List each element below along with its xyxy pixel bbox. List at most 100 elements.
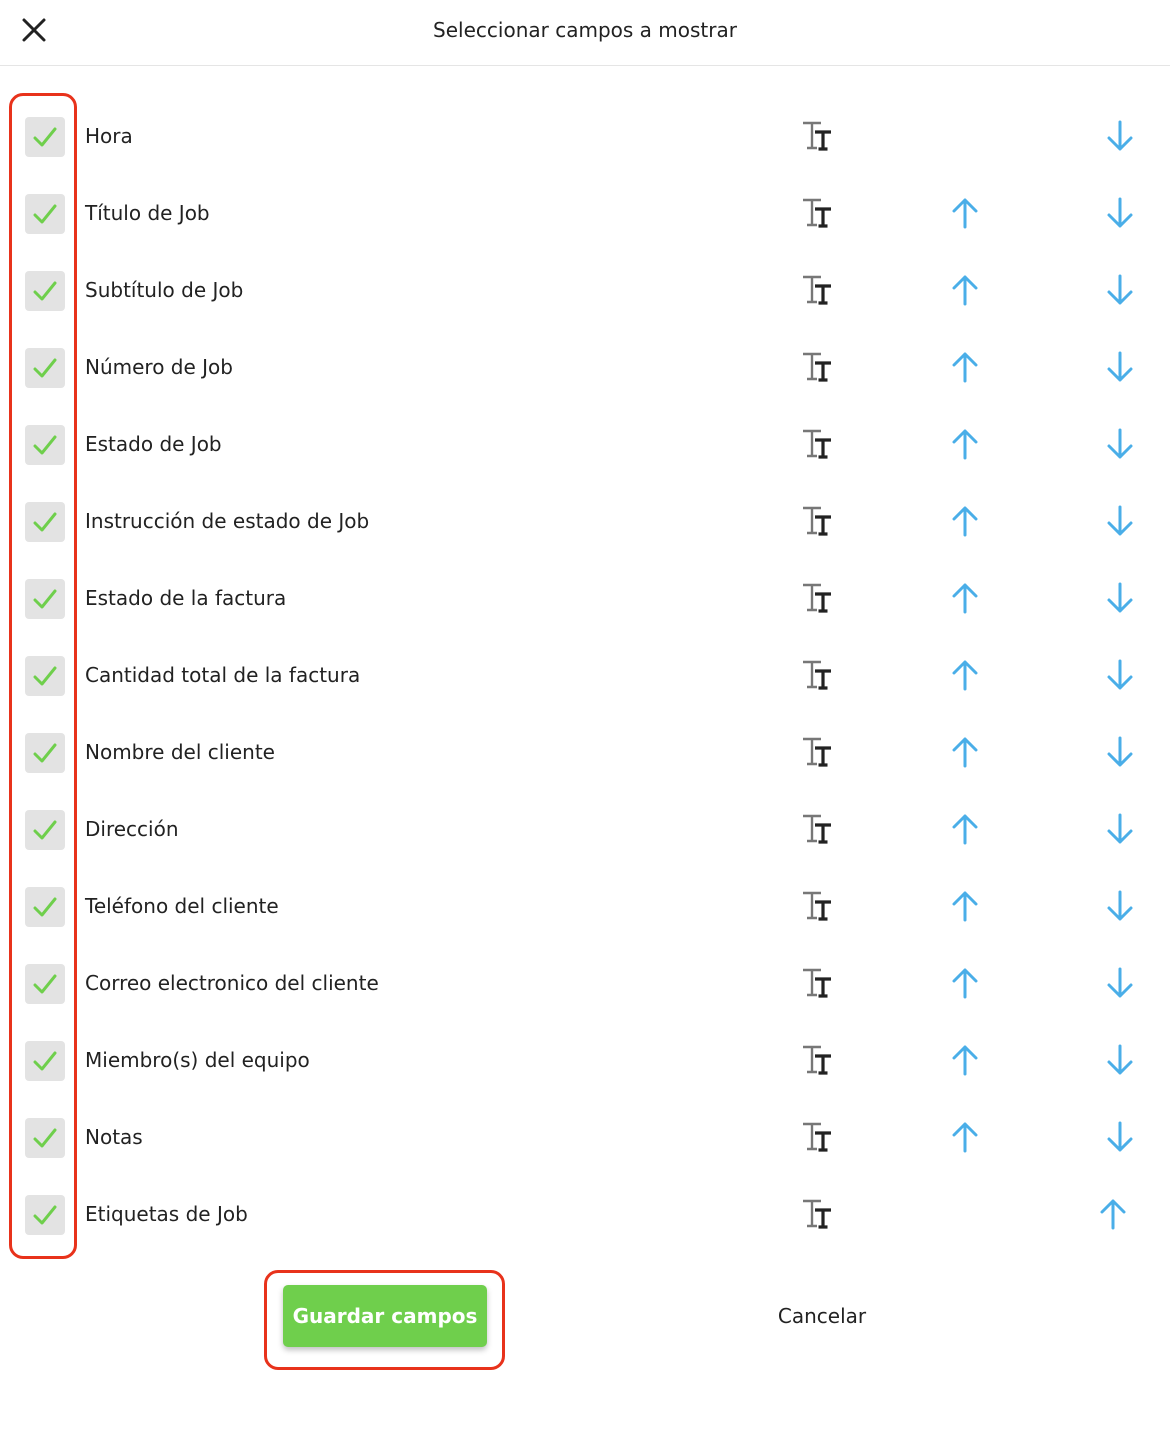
text-format-button[interactable] [801, 736, 837, 768]
field-checkbox[interactable] [25, 348, 65, 388]
arrow-up-icon [952, 814, 978, 845]
text-format-button[interactable] [801, 1044, 837, 1076]
field-row: Estado de la factura [0, 561, 1170, 638]
text-format-icon [803, 814, 831, 844]
field-row: Título de Job [0, 176, 1170, 253]
text-format-button[interactable] [801, 582, 837, 614]
text-format-icon [803, 1122, 831, 1152]
field-checkbox[interactable] [25, 194, 65, 234]
field-row: Teléfono del cliente [0, 869, 1170, 946]
arrow-up-icon [952, 968, 978, 999]
check-icon [33, 281, 57, 301]
check-icon [33, 666, 57, 686]
move-down-button[interactable] [1106, 350, 1134, 384]
text-format-icon [803, 968, 831, 998]
text-format-button[interactable] [801, 505, 837, 537]
move-down-button[interactable] [1106, 735, 1134, 769]
move-down-button[interactable] [1106, 273, 1134, 307]
move-down-button[interactable] [1106, 889, 1134, 923]
dialog-header: Seleccionar campos a mostrar [0, 0, 1170, 66]
arrow-up-icon [952, 1122, 978, 1153]
text-format-icon [803, 506, 831, 536]
move-up-button[interactable] [951, 658, 979, 692]
field-row: Estado de Job [0, 407, 1170, 484]
move-up-button[interactable] [951, 427, 979, 461]
field-checkbox[interactable] [25, 656, 65, 696]
text-format-button[interactable] [801, 197, 837, 229]
arrow-up-icon [952, 737, 978, 768]
field-checkbox[interactable] [25, 117, 65, 157]
field-checkbox[interactable] [25, 964, 65, 1004]
field-checkbox[interactable] [25, 1118, 65, 1158]
field-checkbox[interactable] [25, 1041, 65, 1081]
move-down-button[interactable] [1106, 1120, 1134, 1154]
text-format-button[interactable] [801, 890, 837, 922]
move-up-button[interactable] [1099, 1197, 1127, 1231]
check-icon [33, 512, 57, 532]
move-down-button[interactable] [1106, 427, 1134, 461]
move-down-button[interactable] [1106, 658, 1134, 692]
arrow-up-icon [952, 891, 978, 922]
save-fields-button[interactable]: Guardar campos [283, 1285, 487, 1347]
move-up-button[interactable] [951, 196, 979, 230]
field-label: Título de Job [85, 201, 210, 225]
move-up-button[interactable] [951, 889, 979, 923]
arrow-down-icon [1107, 274, 1133, 305]
field-checkbox[interactable] [25, 271, 65, 311]
move-up-button[interactable] [951, 504, 979, 538]
field-label: Nombre del cliente [85, 740, 275, 764]
arrow-down-icon [1107, 890, 1133, 921]
check-icon [33, 589, 57, 609]
text-format-icon [803, 121, 831, 151]
move-up-button[interactable] [951, 1043, 979, 1077]
text-format-button[interactable] [801, 351, 837, 383]
text-format-button[interactable] [801, 813, 837, 845]
move-up-button[interactable] [951, 735, 979, 769]
check-icon [33, 127, 57, 147]
text-format-button[interactable] [801, 967, 837, 999]
move-up-button[interactable] [951, 966, 979, 1000]
cancel-button[interactable]: Cancelar [742, 1285, 902, 1347]
field-row: Notas [0, 1100, 1170, 1177]
move-up-button[interactable] [951, 273, 979, 307]
arrow-down-icon [1107, 582, 1133, 613]
move-down-button[interactable] [1106, 966, 1134, 1000]
check-icon [33, 1051, 57, 1071]
field-checkbox[interactable] [25, 810, 65, 850]
move-up-button[interactable] [951, 350, 979, 384]
text-format-button[interactable] [801, 1121, 837, 1153]
arrow-down-icon [1107, 428, 1133, 459]
text-format-icon [803, 660, 831, 690]
field-checkbox[interactable] [25, 887, 65, 927]
text-format-button[interactable] [801, 1198, 837, 1230]
text-format-button[interactable] [801, 428, 837, 460]
text-format-icon [803, 275, 831, 305]
move-down-button[interactable] [1106, 119, 1134, 153]
check-icon [33, 204, 57, 224]
field-label: Estado de Job [85, 432, 222, 456]
field-label: Etiquetas de Job [85, 1202, 248, 1226]
field-checkbox[interactable] [25, 425, 65, 465]
text-format-icon [803, 352, 831, 382]
move-down-button[interactable] [1106, 504, 1134, 538]
check-icon [33, 820, 57, 840]
field-row: Nombre del cliente [0, 715, 1170, 792]
arrow-down-icon [1107, 197, 1133, 228]
move-down-button[interactable] [1106, 196, 1134, 230]
move-down-button[interactable] [1106, 812, 1134, 846]
field-checkbox[interactable] [25, 502, 65, 542]
move-down-button[interactable] [1106, 1043, 1134, 1077]
move-up-button[interactable] [951, 812, 979, 846]
field-checkbox[interactable] [25, 1195, 65, 1235]
move-down-button[interactable] [1106, 581, 1134, 615]
text-format-button[interactable] [801, 659, 837, 691]
text-format-button[interactable] [801, 120, 837, 152]
dialog-title: Seleccionar campos a mostrar [433, 18, 737, 42]
text-format-button[interactable] [801, 274, 837, 306]
arrow-down-icon [1107, 813, 1133, 844]
move-up-button[interactable] [951, 1120, 979, 1154]
text-format-icon [803, 737, 831, 767]
move-up-button[interactable] [951, 581, 979, 615]
field-checkbox[interactable] [25, 579, 65, 619]
field-checkbox[interactable] [25, 733, 65, 773]
